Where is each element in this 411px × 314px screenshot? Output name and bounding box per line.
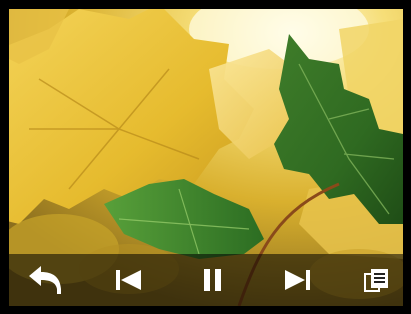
menu-list-icon [364, 269, 388, 292]
playback-control-bar [9, 254, 403, 306]
media-viewer[interactable] [9, 9, 403, 306]
menu-button[interactable] [354, 258, 398, 302]
skip-previous-icon [116, 270, 141, 290]
device-screen [0, 0, 411, 314]
next-button[interactable] [275, 258, 319, 302]
back-button[interactable] [23, 258, 67, 302]
back-arrow-icon [29, 266, 61, 294]
previous-button[interactable] [107, 258, 151, 302]
pause-button[interactable] [191, 258, 235, 302]
pause-icon [204, 269, 221, 291]
skip-next-icon [285, 270, 310, 290]
